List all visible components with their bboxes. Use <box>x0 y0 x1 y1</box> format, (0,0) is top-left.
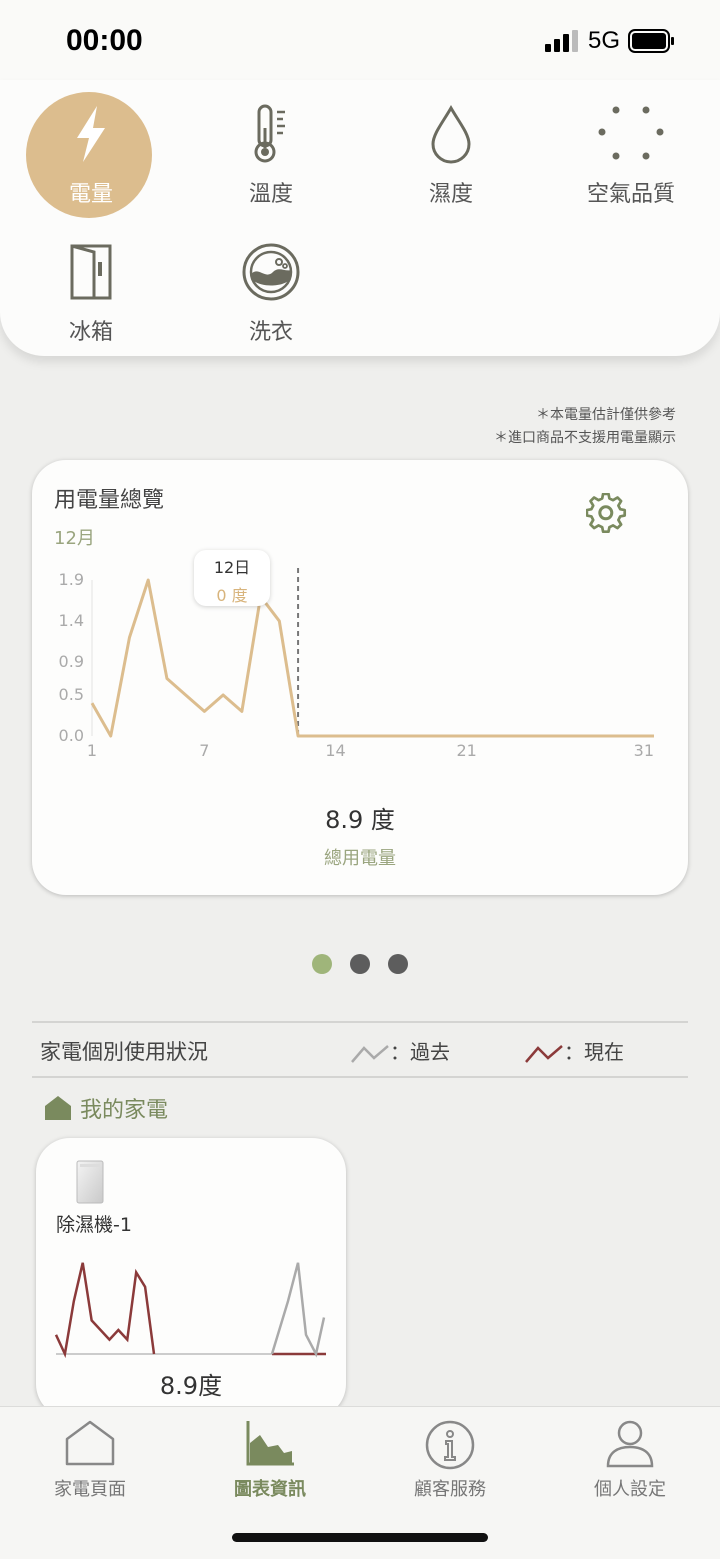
chart-tooltip: 12日 0 度 <box>194 550 270 606</box>
overview-line-chart[interactable]: 0.0 0.5 0.9 1.4 1.9 1 7 14 21 31 <box>32 540 688 770</box>
note-line: ＊進口商品不支援用電量顯示 <box>494 430 676 446</box>
tab-customer-service[interactable]: 顧客服務 <box>360 1407 540 1517</box>
x-tick-label: 7 <box>199 741 209 760</box>
info-icon <box>425 1420 475 1470</box>
total-usage-label: 總用電量 <box>324 848 396 869</box>
usage-overview-card[interactable]: 用電量總覽 12月 0.0 0.5 0.9 1.4 1.9 1 7 14 21 31 12日 0 … <box>32 460 688 895</box>
device-usage-value: 8.9度 <box>159 1372 223 1400</box>
tab-label: 圖表資訊 <box>234 1479 306 1500</box>
tooltip-day: 12日 <box>213 558 251 577</box>
battery-icon <box>628 29 674 53</box>
legend-now-label: ：現在 <box>564 1040 624 1064</box>
house-icon <box>65 1420 115 1466</box>
x-tick-label: 14 <box>325 741 345 760</box>
chart-icon <box>246 1421 294 1466</box>
category-fridge[interactable]: 冰箱 <box>26 232 156 362</box>
divider <box>32 1076 688 1078</box>
category-label: 空氣品質 <box>586 182 675 207</box>
x-tick-label: 31 <box>634 741 654 760</box>
category-label: 溫度 <box>248 182 293 207</box>
device-card[interactable]: 除濕機-1 8.9度 <box>36 1138 346 1418</box>
sparkline-now <box>54 1262 156 1359</box>
status-bar: 00:00 5G <box>0 0 720 80</box>
category-laundry[interactable]: 洗衣 <box>206 232 336 362</box>
category-label: 冰箱 <box>68 320 113 345</box>
x-tick-label: 1 <box>87 741 97 760</box>
category-label: 洗衣 <box>248 320 293 345</box>
x-tick-label: 21 <box>456 741 476 760</box>
tab-charts[interactable]: 圖表資訊 <box>180 1407 360 1517</box>
category-label: 濕度 <box>428 182 473 207</box>
legend-now: ：現在 <box>524 1036 624 1066</box>
usage-series-line[interactable] <box>90 578 654 738</box>
zigzag-now-icon <box>525 1044 563 1063</box>
y-tick-label: 1.9 <box>59 570 84 589</box>
divider <box>32 1021 688 1023</box>
tab-label: 個人設定 <box>594 1479 666 1500</box>
note-line: ＊本電量估計僅供參考 <box>536 407 676 423</box>
home-indicator <box>232 1533 488 1542</box>
pager-dot[interactable] <box>388 954 408 974</box>
y-tick-label: 0.9 <box>59 652 84 671</box>
category-air-quality[interactable]: 空氣品質 <box>566 92 696 222</box>
house-filled-icon <box>45 1096 71 1120</box>
tab-appliances[interactable]: 家電頁面 <box>0 1407 180 1517</box>
water-drop-icon <box>431 104 471 164</box>
status-time: 00:00 <box>66 24 143 57</box>
y-tick-label: 0.0 <box>59 726 84 745</box>
fridge-icon <box>70 244 112 300</box>
pager-dot[interactable] <box>350 954 370 974</box>
device-name: 除濕機-1 <box>56 1214 132 1236</box>
person-icon <box>606 1420 654 1468</box>
zigzag-past-icon <box>351 1044 389 1063</box>
network-label: 5G <box>588 27 621 54</box>
washer-icon <box>242 243 300 301</box>
usage-section-label: 家電個別使用狀況 <box>40 1040 208 1064</box>
tab-label: 家電頁面 <box>54 1479 126 1500</box>
tooltip-value: 0 度 <box>216 586 248 605</box>
tab-settings[interactable]: 個人設定 <box>540 1407 720 1517</box>
category-humidity[interactable]: 濕度 <box>386 92 516 222</box>
tab-label: 顧客服務 <box>414 1479 486 1500</box>
category-electricity[interactable]: 電量 <box>26 92 156 222</box>
pager-dot[interactable] <box>312 954 332 974</box>
thermometer-icon <box>254 104 285 163</box>
disclaimer-notes: ＊本電量估計僅供參考 ＊進口商品不支援用電量顯示 <box>494 404 676 450</box>
category-panel: 電量 溫度 濕度 空氣品質 冰箱 洗衣 <box>0 80 720 356</box>
y-tick-label: 0.5 <box>59 685 84 704</box>
y-tick-label: 1.4 <box>59 611 84 630</box>
legend-past-label: ：過去 <box>390 1040 450 1064</box>
sparkline-past <box>270 1262 326 1358</box>
device-sparkline <box>54 1262 326 1359</box>
air-dots-icon <box>598 106 664 160</box>
lightning-icon <box>77 106 105 162</box>
category-temperature[interactable]: 溫度 <box>206 92 336 222</box>
signal-icon <box>545 30 578 52</box>
my-appliances-label: 我的家電 <box>80 1098 169 1123</box>
legend-past: ：過去 <box>350 1036 450 1066</box>
gear-icon[interactable] <box>586 493 628 535</box>
category-label: 電量 <box>68 182 113 207</box>
card-title: 用電量總覽 <box>54 488 165 513</box>
total-usage-value: 8.9 度 <box>325 806 395 834</box>
dehumidifier-icon <box>76 1160 104 1204</box>
my-appliances-header: 我的家電 <box>44 1092 168 1124</box>
